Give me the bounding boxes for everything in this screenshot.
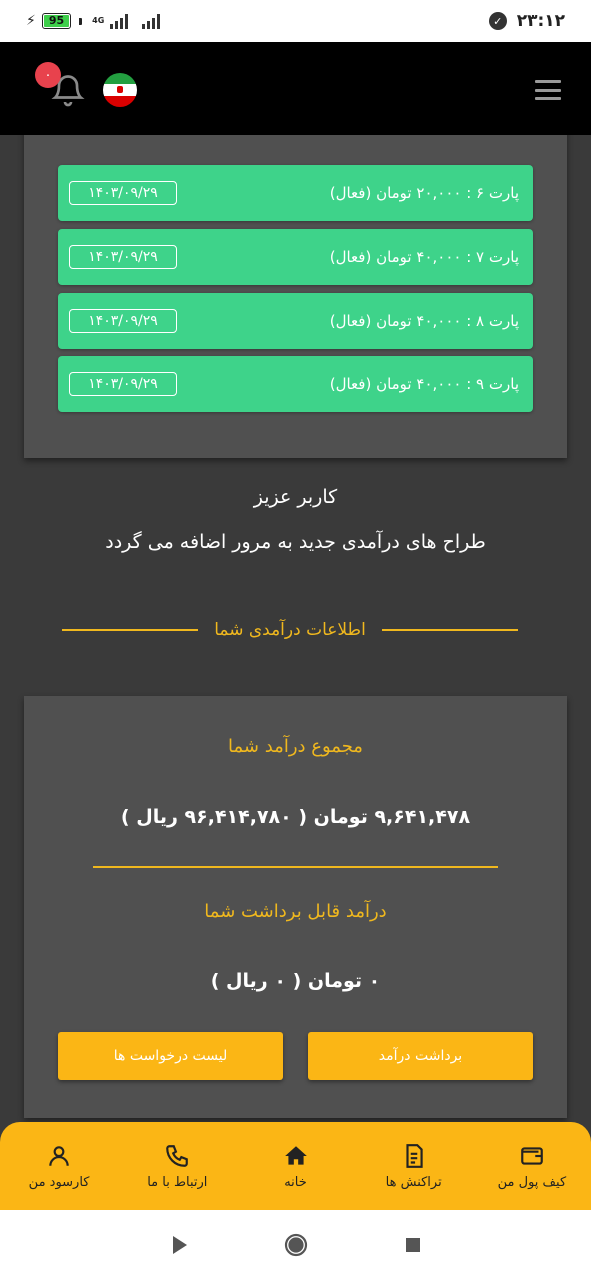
section-title: اطلاعات درآمدی شما [62,618,518,642]
bottom-nav: کیف پول من تراکنش ها خانه ارتباط با ما ک… [0,1122,591,1210]
part-date: ۱۴۰۳/۰۹/۲۹ [69,372,177,396]
status-right: ✓ ۲۳:۱۲ [488,11,565,31]
status-bar: ⚡ 95 4G ✓ ۲۳:۱۲ [0,0,591,42]
total-income-title: مجموع درآمد شما [228,736,363,757]
charging-icon: ⚡ [26,13,36,29]
part-label: پارت ۸ : ۴۰,۰۰۰ تومان (فعال) [329,312,519,330]
nav-contact[interactable]: ارتباط با ما [118,1122,236,1210]
part-label: پارت ۹ : ۴۰,۰۰۰ تومان (فعال) [329,375,519,393]
app-header: ۰ [0,42,591,135]
total-income-value: ۹,۶۴۱,۴۷۸ تومان ( ۹۶,۴۱۴,۷۸۰ ریال ) [120,806,471,828]
iran-flag-icon[interactable] [103,73,137,107]
requests-list-button[interactable]: لیست درخواست ها [58,1032,283,1080]
part-row: ۱۴۰۳/۰۹/۲۹ پارت ۹ : ۴۰,۰۰۰ تومان (فعال) [58,356,533,412]
income-divider [93,866,498,868]
notification-badge: ۰ [35,62,61,88]
signal-icon-2 [142,13,161,29]
withdraw-button[interactable]: برداشت درآمد [308,1032,533,1080]
battery-tip [79,17,83,25]
part-date: ۱۴۰۳/۰۹/۲۹ [69,181,177,205]
parts-card: ۱۴۰۳/۰۹/۲۹ پارت ۶ : ۲۰,۰۰۰ تومان (فعال) … [24,70,567,458]
part-date: ۱۴۰۳/۰۹/۲۹ [69,309,177,333]
nav-label: تراکنش ها [385,1174,442,1190]
withdrawable-value: ۰ تومان ( ۰ ریال ) [210,970,381,992]
divider-line [62,629,199,631]
nav-label: خانه [284,1174,307,1190]
notification-button[interactable]: ۰ [35,62,88,110]
system-nav-bar [0,1210,591,1280]
nav-profile[interactable]: کارسود من [0,1122,118,1210]
battery-icon: 95 [41,13,72,29]
part-date: ۱۴۰۳/۰۹/۲۹ [69,245,177,269]
wallet-icon [521,1146,543,1165]
nav-wallet[interactable]: کیف پول من [473,1122,591,1210]
home-icon [284,1145,307,1165]
back-icon[interactable] [167,1233,191,1257]
phone-icon [166,1144,189,1167]
recents-icon[interactable] [401,1233,425,1257]
receipt-icon [406,1143,423,1168]
part-row: ۱۴۰۳/۰۹/۲۹ پارت ۸ : ۴۰,۰۰۰ تومان (فعال) [58,293,533,349]
nav-label: کارسود من [28,1174,90,1190]
menu-icon[interactable] [535,80,561,100]
divider-line [381,629,518,631]
nav-home[interactable]: خانه [236,1122,354,1210]
part-row: ۱۴۰۳/۰۹/۲۹ پارت ۶ : ۲۰,۰۰۰ تومان (فعال) [58,165,533,221]
battery-level: 95 [43,15,70,27]
notice-greeting: کاربر عزیز [253,486,338,508]
network-type: 4G [92,16,105,25]
user-icon [49,1145,69,1166]
nav-label: ارتباط با ما [147,1174,208,1190]
part-label: پارت ۶ : ۲۰,۰۰۰ تومان (فعال) [329,184,519,202]
section-title-text: اطلاعات درآمدی شما [214,620,366,640]
notice-message: طراح های درآمدی جدید به مرور اضافه می گر… [105,531,486,553]
home-circle-icon[interactable] [284,1233,308,1257]
signal-icon [110,13,129,29]
nav-label: کیف پول من [497,1174,567,1190]
withdrawable-title: درآمد قابل برداشت شما [204,901,387,922]
part-row: ۱۴۰۳/۰۹/۲۹ پارت ۷ : ۴۰,۰۰۰ تومان (فعال) [58,229,533,285]
income-card: مجموع درآمد شما ۹,۶۴۱,۴۷۸ تومان ( ۹۶,۴۱۴… [24,696,567,1118]
part-label: پارت ۷ : ۴۰,۰۰۰ تومان (فعال) [329,248,519,266]
status-icons: ⚡ 95 4G [26,13,161,29]
clock: ۲۳:۱۲ [516,11,565,31]
nav-transactions[interactable]: تراکنش ها [355,1122,473,1210]
shield-check-icon: ✓ [488,12,507,30]
